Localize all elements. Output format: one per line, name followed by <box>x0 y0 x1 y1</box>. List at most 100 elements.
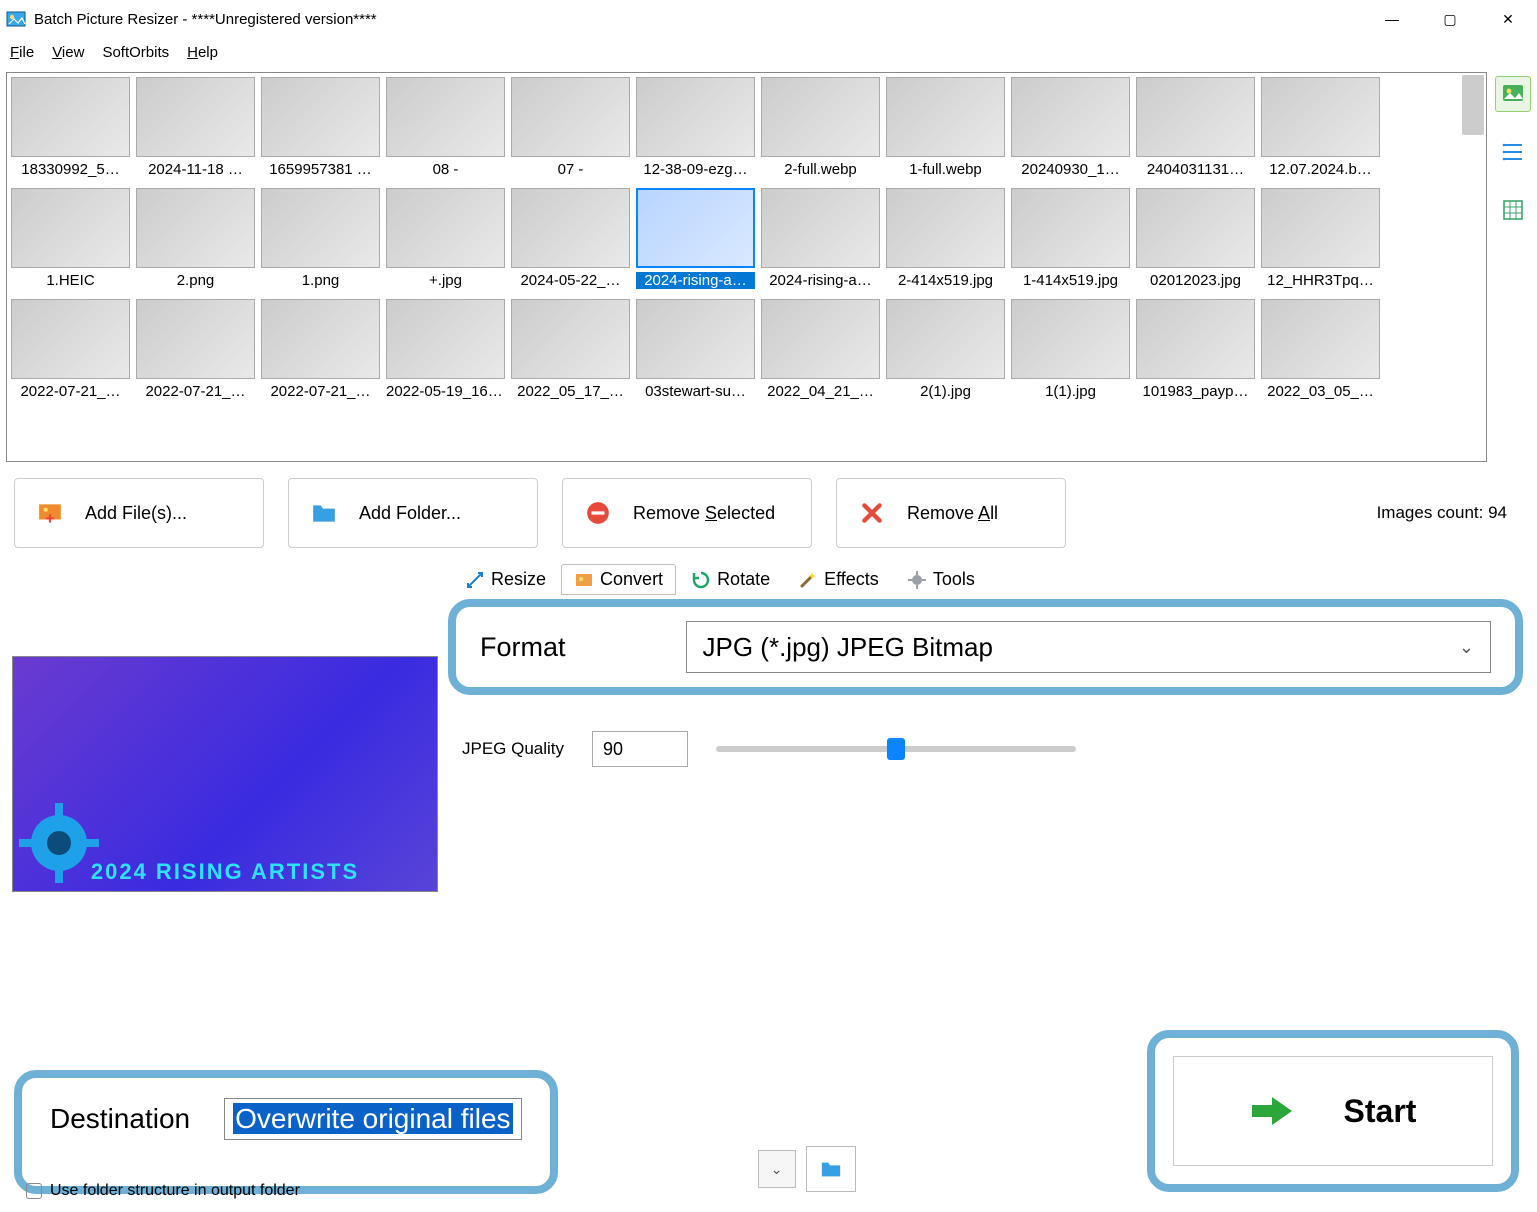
start-label: Start <box>1344 1093 1417 1130</box>
settings-panel: Resize Convert Rotate Effects Tools Form… <box>448 556 1525 892</box>
thumbnail-image <box>1011 299 1130 379</box>
view-thumbnails-icon[interactable] <box>1495 76 1531 112</box>
thumbnail-item[interactable]: 18330992_5… <box>9 75 132 184</box>
remove-all-label: Remove All <box>907 503 998 524</box>
add-files-icon <box>37 500 63 526</box>
thumbnail-item[interactable]: 101983_payp… <box>1134 297 1257 406</box>
jpeg-quality-slider[interactable] <box>716 746 1076 752</box>
thumbnail-image <box>1011 77 1130 157</box>
thumbnail-item[interactable]: 02012023.jpg <box>1134 186 1257 295</box>
thumbnail-caption: 12_HHR3Tpq… <box>1261 272 1380 289</box>
thumbnail-image <box>636 188 755 268</box>
menu-file[interactable]: File <box>10 44 34 61</box>
menu-softorbits[interactable]: SoftOrbits <box>102 44 169 61</box>
thumbnail-item[interactable]: 2022-07-21_… <box>134 297 257 406</box>
thumbnail-image <box>386 188 505 268</box>
thumbnail-item[interactable]: 2024-05-22_… <box>509 186 632 295</box>
window-title: Batch Picture Resizer - ****Unregistered… <box>34 11 377 28</box>
thumbnail-item[interactable]: 1.HEIC <box>9 186 132 295</box>
thumbnail-image <box>761 77 880 157</box>
thumbnail-item[interactable]: 2(1).jpg <box>884 297 1007 406</box>
thumbnail-caption: 2-414x519.jpg <box>886 272 1005 289</box>
tab-resize[interactable]: Resize <box>452 564 559 595</box>
add-files-button[interactable]: Add File(s)... <box>14 478 264 548</box>
thumbnail-caption: 2024-rising-a… <box>761 272 880 289</box>
tab-effects[interactable]: Effects <box>785 564 892 595</box>
menu-view[interactable]: View <box>52 44 84 61</box>
tab-tools[interactable]: Tools <box>894 564 988 595</box>
start-button[interactable]: Start <box>1173 1056 1493 1166</box>
thumbnail-item[interactable]: 12_HHR3Tpq… <box>1259 186 1382 295</box>
thumbnail-item[interactable]: 2022_04_21_… <box>759 297 882 406</box>
thumbnail-image <box>136 299 255 379</box>
thumbnail-caption: 2022-07-21_… <box>11 383 130 400</box>
thumbnail-item[interactable]: 1-full.webp <box>884 75 1007 184</box>
thumbnail-item[interactable]: 2404031131… <box>1134 75 1257 184</box>
bottom-bar: Destination Overwrite original files ⌄ U… <box>0 1062 1537 1212</box>
thumbnail-item[interactable]: 08 - <box>384 75 507 184</box>
tab-convert[interactable]: Convert <box>561 564 676 595</box>
thumbnail-image <box>886 299 1005 379</box>
tab-rotate[interactable]: Rotate <box>678 564 783 595</box>
thumbnail-caption: 2.png <box>136 272 255 289</box>
thumbnail-item[interactable]: 1.png <box>259 186 382 295</box>
thumbnail-item[interactable]: 2024-rising-a… <box>759 186 882 295</box>
maximize-button[interactable]: ▢ <box>1421 0 1479 38</box>
remove-selected-icon <box>585 500 611 526</box>
destination-value: Overwrite original files <box>233 1103 512 1134</box>
remove-selected-button[interactable]: Remove Selected <box>562 478 812 548</box>
thumbnail-item[interactable]: 2024-11-18 … <box>134 75 257 184</box>
format-select[interactable]: JPG (*.jpg) JPEG Bitmap ⌄ <box>686 621 1491 673</box>
thumbnail-caption: 1-full.webp <box>886 161 1005 178</box>
thumbnail-item[interactable]: 2022_05_17_… <box>509 297 632 406</box>
thumbnail-item[interactable]: 1(1).jpg <box>1009 297 1132 406</box>
thumbnail-item[interactable]: 03stewart-su… <box>634 297 757 406</box>
thumbnail-image <box>11 188 130 268</box>
remove-all-button[interactable]: Remove All <box>836 478 1066 548</box>
thumbnail-image <box>886 77 1005 157</box>
destination-dropdown-button[interactable]: ⌄ <box>758 1150 796 1188</box>
thumbnail-item[interactable]: 12-38-09-ezg… <box>634 75 757 184</box>
thumbnail-image <box>261 188 380 268</box>
thumbnail-caption: 2022-07-21_… <box>261 383 380 400</box>
view-table-icon[interactable] <box>1495 192 1531 228</box>
thumbnail-item[interactable]: 2-414x519.jpg <box>884 186 1007 295</box>
use-folder-structure-checkbox[interactable]: Use folder structure in output folder <box>26 1182 300 1200</box>
thumbnail-caption: 101983_payp… <box>1136 383 1255 400</box>
preview-panel: 2024 RISING ARTISTS <box>12 556 442 892</box>
thumbnail-item[interactable]: 20240930_1… <box>1009 75 1132 184</box>
thumbnail-image <box>136 188 255 268</box>
browse-folder-button[interactable] <box>806 1146 856 1192</box>
thumbnail-caption: 1(1).jpg <box>1011 383 1130 400</box>
menu-help[interactable]: Help <box>187 44 218 61</box>
thumbnail-caption: 1.HEIC <box>11 272 130 289</box>
thumbnail-item[interactable]: 2022-07-21_… <box>9 297 132 406</box>
thumbnail-item[interactable]: 2022-07-21_… <box>259 297 382 406</box>
thumbnail-item[interactable]: +.jpg <box>384 186 507 295</box>
thumbnail-item[interactable]: 2-full.webp <box>759 75 882 184</box>
images-count: Images count: 94 <box>1377 503 1523 523</box>
add-folder-button[interactable]: Add Folder... <box>288 478 538 548</box>
jpeg-quality-input[interactable]: 90 <box>592 731 688 767</box>
thumbnail-image <box>886 188 1005 268</box>
thumbnail-image <box>1011 188 1130 268</box>
thumbnail-caption: 2022-07-21_… <box>136 383 255 400</box>
minimize-button[interactable]: — <box>1363 0 1421 38</box>
thumbnail-item[interactable]: 12.07.2024.b… <box>1259 75 1382 184</box>
slider-knob[interactable] <box>887 738 905 760</box>
thumbnail-caption: +.jpg <box>386 272 505 289</box>
view-list-icon[interactable] <box>1495 134 1531 170</box>
thumbnail-image <box>511 188 630 268</box>
thumbnail-image <box>1136 299 1255 379</box>
thumbnail-image <box>1261 188 1380 268</box>
thumbnail-item[interactable]: 2024-rising-a… <box>634 186 757 295</box>
close-button[interactable]: ✕ <box>1479 0 1537 38</box>
thumbnail-grid[interactable]: 18330992_5…2024-11-18 …1659957381 …08 -0… <box>6 72 1487 462</box>
thumbnail-item[interactable]: 1659957381 … <box>259 75 382 184</box>
thumbnail-item[interactable]: 2022-05-19_16-05-59 <box>384 297 507 406</box>
thumbnail-item[interactable]: 2022_03_05_… <box>1259 297 1382 406</box>
thumbnail-item[interactable]: 1-414x519.jpg <box>1009 186 1132 295</box>
thumbnail-item[interactable]: 07 - <box>509 75 632 184</box>
thumbnail-item[interactable]: 2.png <box>134 186 257 295</box>
destination-combo[interactable]: Overwrite original files <box>224 1098 521 1140</box>
